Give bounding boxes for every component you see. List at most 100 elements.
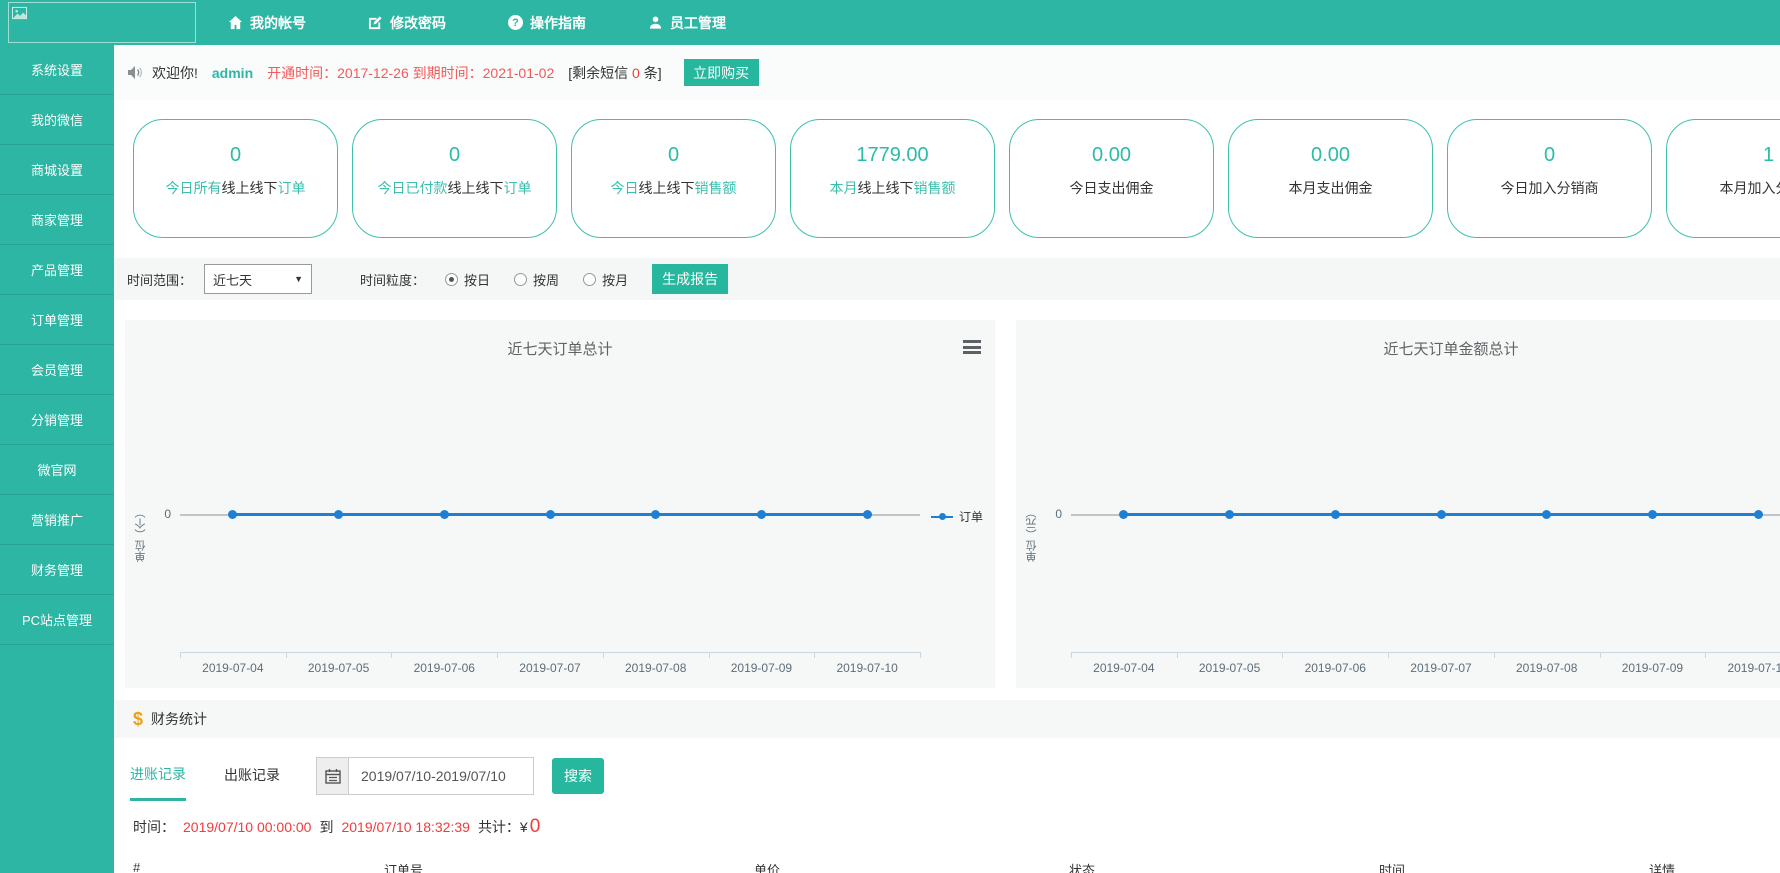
x-axis-tick xyxy=(497,652,498,658)
stat-card-value: 0 xyxy=(1448,144,1651,167)
table-header-col-2: 单价 xyxy=(754,860,780,873)
sidebar-item-4[interactable]: 产品管理 xyxy=(0,245,114,295)
x-axis-label: 2019-07-09 xyxy=(731,661,792,675)
speaker-icon xyxy=(127,65,143,80)
search-button[interactable]: 搜索 xyxy=(552,758,604,794)
sidebar-item-8[interactable]: 微官网 xyxy=(0,445,114,495)
sms-count: 0 xyxy=(632,65,640,81)
tab-income-records[interactable]: 进账记录 xyxy=(130,752,186,801)
sidebar-item-2[interactable]: 商城设置 xyxy=(0,145,114,195)
x-axis-tick xyxy=(286,652,287,658)
stat-card-value: 0.00 xyxy=(1010,144,1213,167)
sidebar-item-7[interactable]: 分销管理 xyxy=(0,395,114,445)
data-point-0 xyxy=(1119,510,1128,519)
stat-card-value: 0 xyxy=(353,144,556,167)
edit-icon xyxy=(368,15,383,30)
dashboard-page: 我的帐号修改密码?操作指南员工管理 系统设置我的微信商城设置商家管理产品管理订单… xyxy=(0,0,1780,873)
stat-card-value: 0 xyxy=(572,144,775,167)
time-range-select[interactable]: 近七天 ▼ xyxy=(204,264,312,294)
x-axis-line xyxy=(180,652,920,653)
x-axis-tick xyxy=(1071,652,1072,658)
sms-remaining: [剩余短信 0 条] xyxy=(568,63,661,83)
data-point-6 xyxy=(863,510,872,519)
top-nav-bar: 我的帐号 修改密码 ?操作指南 员工管理 xyxy=(0,0,1780,45)
sidebar-item-1[interactable]: 我的微信 xyxy=(0,95,114,145)
question-icon: ? xyxy=(508,15,523,30)
x-axis-label: 2019-07-08 xyxy=(1516,661,1577,675)
date-range-group xyxy=(316,757,534,795)
x-axis-tick xyxy=(603,652,604,658)
radio-icon xyxy=(514,273,527,286)
radio-icon xyxy=(583,273,596,286)
sidebar-item-0[interactable]: 系统设置 xyxy=(0,45,114,95)
stat-card-2: 0 今日线上线下销售额 xyxy=(571,119,776,238)
legend-line-marker xyxy=(931,512,953,521)
stat-card-label: 本月加入分销商 xyxy=(1667,178,1780,198)
y-axis-name: 单位（个） xyxy=(133,470,149,562)
x-axis-tick xyxy=(1177,652,1178,658)
date-range-input[interactable] xyxy=(348,757,534,795)
x-axis-label: 2019-07-05 xyxy=(308,661,369,675)
stat-card-value: 0 xyxy=(134,144,337,167)
granularity-radio-2[interactable]: 按月 xyxy=(583,270,628,289)
x-axis-label: 2019-07-10 xyxy=(1727,661,1780,675)
broken-image-icon xyxy=(12,6,27,21)
sidebar-item-10[interactable]: 财务管理 xyxy=(0,545,114,595)
time-to: 到 xyxy=(319,817,333,837)
granularity-radio-0[interactable]: 按日 xyxy=(445,270,490,289)
stat-card-label: 今日已付款线上线下订单 xyxy=(353,178,556,198)
finance-tabs-row: 进账记录 出账记录 搜索 xyxy=(114,752,1780,800)
x-axis-label: 2019-07-06 xyxy=(414,661,475,675)
data-point-3 xyxy=(546,510,555,519)
x-axis-tick xyxy=(1282,652,1283,658)
sidebar-item-9[interactable]: 营销推广 xyxy=(0,495,114,545)
stat-card-label: 今日加入分销商 xyxy=(1448,178,1651,198)
time-range-label: 时间范围： xyxy=(127,270,192,289)
chart-menu-icon[interactable] xyxy=(963,340,981,354)
chart-legend[interactable]: 订单 xyxy=(931,508,983,525)
welcome-text: 欢迎你! xyxy=(152,63,198,83)
stat-card-value: 1 xyxy=(1667,144,1780,167)
time-label: 时间： xyxy=(133,817,175,837)
calendar-icon[interactable] xyxy=(316,757,348,795)
granularity-radio-1[interactable]: 按周 xyxy=(514,270,559,289)
stat-card-value: 1779.00 xyxy=(791,144,994,167)
radio-selected-icon xyxy=(445,273,458,286)
topnav-item-label: 员工管理 xyxy=(670,13,726,33)
stat-card-label: 今日线上线下销售额 xyxy=(572,178,775,198)
stat-card-1: 0 今日已付款线上线下订单 xyxy=(352,119,557,238)
x-axis-label: 2019-07-06 xyxy=(1305,661,1366,675)
x-axis-label: 2019-07-07 xyxy=(1410,661,1471,675)
x-axis-label: 2019-07-04 xyxy=(202,661,263,675)
home-icon xyxy=(228,15,243,30)
stat-card-3: 1779.00本月线上线下销售额 xyxy=(790,119,995,238)
sidebar-item-11[interactable]: PC站点管理 xyxy=(0,595,114,645)
tab-expense-records[interactable]: 出账记录 xyxy=(224,753,280,799)
chart-panel-0: 近七天订单总计单位（个）02019-07-042019-07-052019-07… xyxy=(125,320,995,688)
data-point-5 xyxy=(1648,510,1657,519)
data-point-2 xyxy=(1331,510,1340,519)
stat-card-5: 0.00本月支出佣金 xyxy=(1228,119,1433,238)
sidebar-item-3[interactable]: 商家管理 xyxy=(0,195,114,245)
sidebar-item-6[interactable]: 会员管理 xyxy=(0,345,114,395)
x-axis-tick xyxy=(1494,652,1495,658)
generate-report-button[interactable]: 生成报告 xyxy=(652,264,728,294)
topnav-item-0[interactable]: 我的帐号 xyxy=(228,13,306,33)
sidebar-item-5[interactable]: 订单管理 xyxy=(0,295,114,345)
x-axis-tick xyxy=(1388,652,1389,658)
topnav-item-3[interactable]: 员工管理 xyxy=(648,13,726,33)
x-axis-label: 2019-07-07 xyxy=(519,661,580,675)
data-point-1 xyxy=(334,510,343,519)
welcome-bar: 欢迎你! admin 开通时间：2017-12-26 到期时间：2021-01-… xyxy=(114,45,1780,100)
buy-now-button[interactable]: 立即购买 xyxy=(684,59,759,86)
stat-card-6: 0 今日加入分销商 xyxy=(1447,119,1652,238)
stat-cards-row: 0今日所有线上线下订单0今日已付款线上线下订单0今日线上线下销售额1779.00… xyxy=(114,119,1780,238)
topnav-item-1[interactable]: 修改密码 xyxy=(368,13,446,33)
topnav-item-label: 修改密码 xyxy=(390,13,446,33)
x-axis-tick xyxy=(391,652,392,658)
sidebar: 系统设置我的微信商城设置商家管理产品管理订单管理会员管理分销管理微官网营销推广财… xyxy=(0,45,114,873)
chart-title: 近七天订单总计 xyxy=(125,338,995,359)
x-axis-label: 2019-07-04 xyxy=(1093,661,1154,675)
time-start: 2019/07/10 00:00:00 xyxy=(183,819,311,835)
topnav-item-2[interactable]: ?操作指南 xyxy=(508,13,586,33)
